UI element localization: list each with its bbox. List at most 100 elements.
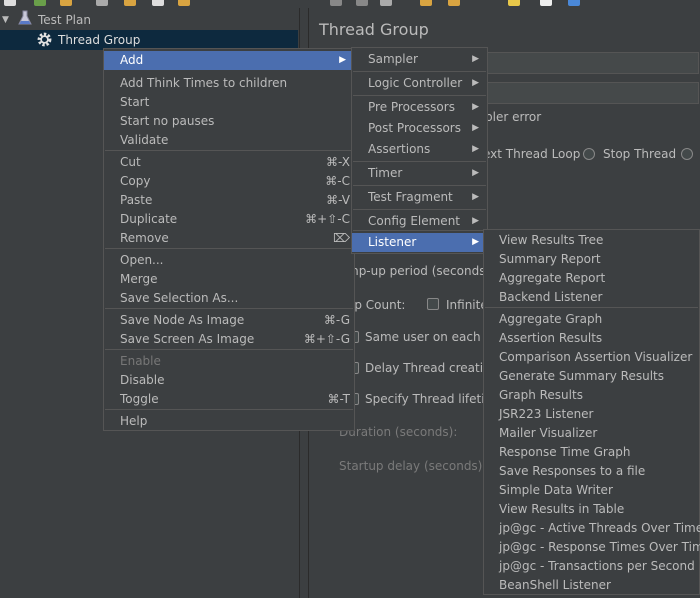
listener-item-graph-results[interactable]: Graph Results bbox=[484, 386, 699, 405]
page-title: Thread Group bbox=[319, 20, 429, 39]
menu-item-label: Aggregate Report bbox=[499, 271, 606, 285]
menu-item-label: Aggregate Graph bbox=[499, 312, 603, 326]
listener-item-save-responses-to-a-file[interactable]: Save Responses to a file bbox=[484, 462, 699, 481]
add-menu-item-post-processors[interactable]: Post Processors ▶ bbox=[352, 119, 487, 138]
reset-icon[interactable] bbox=[380, 0, 392, 6]
menu-item-label: Merge bbox=[120, 272, 158, 286]
submenu-arrow-icon: ▶ bbox=[472, 237, 479, 247]
name-field[interactable] bbox=[487, 52, 699, 74]
context-menu-item-validate[interactable]: Validate bbox=[104, 131, 354, 150]
context-menu-item-duplicate[interactable]: Duplicate ⌘+⇧-C bbox=[104, 210, 354, 229]
add-menu-item-test-fragment[interactable]: Test Fragment ▶ bbox=[352, 188, 487, 207]
context-menu-item-save-selection-as[interactable]: Save Selection As... bbox=[104, 289, 354, 308]
counter-icon bbox=[540, 0, 552, 6]
startup-delay-label: Startup delay (seconds): bbox=[339, 459, 487, 473]
context-menu-item-remove[interactable]: Remove ⌦ bbox=[104, 229, 354, 248]
listener-item-response-time-graph[interactable]: Response Time Graph bbox=[484, 443, 699, 462]
context-menu-item-toggle[interactable]: Toggle ⌘-T bbox=[104, 390, 354, 409]
add-menu-item-pre-processors[interactable]: Pre Processors ▶ bbox=[352, 98, 487, 117]
infinite-checkbox[interactable] bbox=[427, 298, 439, 310]
clear-icon[interactable] bbox=[330, 0, 342, 6]
listener-item-comparison-assertion-visualizer[interactable]: Comparison Assertion Visualizer bbox=[484, 348, 699, 367]
context-menu-item-start-no-pauses[interactable]: Start no pauses bbox=[104, 112, 354, 131]
submenu-arrow-icon: ▶ bbox=[472, 192, 479, 202]
listener-item-aggregate-report[interactable]: Aggregate Report bbox=[484, 269, 699, 288]
function-helper-icon[interactable] bbox=[420, 0, 432, 6]
stop-thread-label: Stop Thread bbox=[603, 147, 677, 161]
add-menu-item-config-element[interactable]: Config Element ▶ bbox=[352, 212, 487, 231]
templates-icon[interactable] bbox=[34, 0, 46, 6]
menu-item-shortcut: ⌘-X bbox=[326, 155, 350, 169]
menu-item-label: Simple Data Writer bbox=[499, 483, 613, 497]
toolbar bbox=[0, 0, 700, 8]
add-menu-item-listener[interactable]: Listener ▶ bbox=[352, 233, 487, 252]
copy-icon[interactable] bbox=[152, 0, 164, 6]
menu-separator bbox=[353, 185, 486, 186]
menu-item-label: Response Time Graph bbox=[499, 445, 631, 459]
menu-item-label: Config Element bbox=[368, 214, 460, 228]
menu-item-label: Graph Results bbox=[499, 388, 583, 402]
context-menu-item-add-think-times-to-children[interactable]: Add Think Times to children bbox=[104, 74, 354, 93]
add-menu-item-assertions[interactable]: Assertions ▶ bbox=[352, 140, 487, 159]
listener-item-mailer-visualizer[interactable]: Mailer Visualizer bbox=[484, 424, 699, 443]
add-menu-item-timer[interactable]: Timer ▶ bbox=[352, 164, 487, 183]
context-menu-item-help[interactable]: Help bbox=[104, 412, 354, 431]
menu-item-label: Sampler bbox=[368, 52, 418, 66]
listener-item-generate-summary-results[interactable]: Generate Summary Results bbox=[484, 367, 699, 386]
comments-field[interactable] bbox=[487, 82, 699, 104]
context-menu-item-disable[interactable]: Disable bbox=[104, 371, 354, 390]
listener-item-summary-report[interactable]: Summary Report bbox=[484, 250, 699, 269]
menu-item-label: Summary Report bbox=[499, 252, 601, 266]
add-menu-item-sampler[interactable]: Sampler ▶ bbox=[352, 50, 487, 69]
listener-item-jsr223-listener[interactable]: JSR223 Listener bbox=[484, 405, 699, 424]
menu-item-label: Timer bbox=[368, 166, 403, 180]
menu-item-label: JSR223 Listener bbox=[499, 407, 594, 421]
menu-item-shortcut: ⌘-G bbox=[323, 313, 350, 327]
cut-icon[interactable] bbox=[124, 0, 136, 6]
expand-arrow-icon[interactable]: ▼ bbox=[2, 10, 9, 30]
context-menu-item-save-node-as-image[interactable]: Save Node As Image ⌘-G bbox=[104, 311, 354, 330]
loop-count-label: op Count: bbox=[347, 298, 406, 312]
context-menu-item-merge[interactable]: Merge bbox=[104, 270, 354, 289]
tree-item-thread-group[interactable]: Thread Group bbox=[0, 30, 298, 50]
listener-submenu: View Results Tree Summary Report Aggregate… bbox=[483, 229, 700, 595]
listener-item-backend-listener[interactable]: Backend Listener bbox=[484, 288, 699, 307]
add-menu-item-logic-controller[interactable]: Logic Controller ▶ bbox=[352, 74, 487, 93]
listener-item-simple-data-writer[interactable]: Simple Data Writer bbox=[484, 481, 699, 500]
context-menu-item-start[interactable]: Start bbox=[104, 93, 354, 112]
menu-item-label: Copy bbox=[120, 174, 151, 188]
context-menu-item-open[interactable]: Open... bbox=[104, 251, 354, 270]
stop-thread-radio[interactable] bbox=[583, 148, 595, 160]
context-menu-item-save-screen-as-image[interactable]: Save Screen As Image ⌘+⇧-G bbox=[104, 330, 354, 349]
listener-item-jp-gc-transactions-per-second[interactable]: jp@gc - Transactions per Second bbox=[484, 557, 699, 576]
context-menu-item-enable: Enable bbox=[104, 352, 354, 371]
search-icon[interactable] bbox=[356, 0, 368, 6]
listener-item-beanshell-listener[interactable]: BeanShell Listener bbox=[484, 576, 699, 595]
menu-item-label: Comparison Assertion Visualizer bbox=[499, 350, 693, 364]
context-menu-item-paste[interactable]: Paste ⌘-V bbox=[104, 191, 354, 210]
context-menu-item-cut[interactable]: Cut ⌘-X bbox=[104, 153, 354, 172]
tree-item-test-plan[interactable]: ▼ Test Plan bbox=[0, 10, 200, 30]
warning-icon[interactable] bbox=[508, 0, 520, 6]
gear-icon bbox=[36, 31, 53, 54]
menu-item-label: View Results Tree bbox=[499, 233, 604, 247]
context-menu-item-copy[interactable]: Copy ⌘-C bbox=[104, 172, 354, 191]
listener-item-assertion-results[interactable]: Assertion Results bbox=[484, 329, 699, 348]
paste-icon[interactable] bbox=[178, 0, 190, 6]
save-icon[interactable] bbox=[96, 0, 108, 6]
menu-item-label: Save Responses to a file bbox=[499, 464, 646, 478]
listener-item-jp-gc-active-threads-over-time[interactable]: jp@gc - Active Threads Over Time bbox=[484, 519, 700, 538]
listener-item-view-results-in-table[interactable]: View Results in Table bbox=[484, 500, 699, 519]
listener-item-view-results-tree[interactable]: View Results Tree bbox=[484, 231, 699, 250]
open-icon[interactable] bbox=[60, 0, 72, 6]
duration-label: Duration (seconds): bbox=[339, 425, 458, 439]
context-menu-item-add[interactable]: Add ▶ bbox=[104, 51, 354, 70]
submenu-arrow-icon: ▶ bbox=[472, 123, 479, 133]
stop-test-radio[interactable] bbox=[681, 148, 693, 160]
listener-item-jp-gc-response-times-over-time[interactable]: jp@gc - Response Times Over Time bbox=[484, 538, 700, 557]
log-icon[interactable] bbox=[448, 0, 460, 6]
menu-item-label: Assertions bbox=[368, 142, 431, 156]
listener-item-aggregate-graph[interactable]: Aggregate Graph bbox=[484, 310, 699, 329]
help-icon[interactable] bbox=[568, 0, 580, 6]
new-icon[interactable] bbox=[4, 0, 16, 6]
